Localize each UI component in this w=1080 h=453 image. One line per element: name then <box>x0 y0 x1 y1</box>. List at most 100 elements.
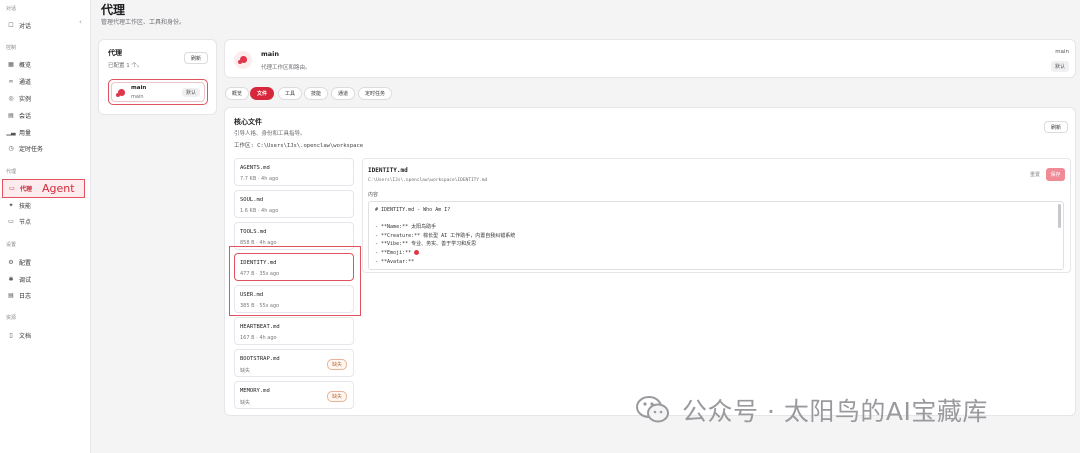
content-editor[interactable]: # IDENTITY.md - Who Am I? - **Name:** 太阳… <box>368 201 1064 270</box>
file-meta: 7.7 KB · 4h ago <box>240 176 279 182</box>
file-item-soul[interactable]: SOUL.md 1.6 KB · 4h ago <box>234 190 354 218</box>
book-icon: ▯ <box>9 331 13 339</box>
file-name: MEMORY.md <box>240 388 270 394</box>
sidebar-section-title: 对话 <box>6 6 17 12</box>
sidebar-item-logs[interactable]: ▤ 日志 <box>2 287 85 303</box>
sidebar-item-label: 配置 <box>19 259 32 267</box>
sidebar-item-docs[interactable]: ▯ 文档 <box>2 327 85 343</box>
page-subtitle: 管理代理工作区、工具和身份。 <box>101 19 186 26</box>
document-icon: ▤ <box>8 111 14 119</box>
sidebar-item-debug[interactable]: ✱ 调试 <box>2 271 85 287</box>
gear-icon: ⚙ <box>8 258 14 266</box>
link-icon: ∞ <box>8 77 14 85</box>
file-name: HEARTBEAT.md <box>240 324 280 330</box>
sidebar-item-chat[interactable]: ☐ 对话 <box>2 17 85 33</box>
code-line: - **Name:** 太阳鸟助手 <box>375 224 437 231</box>
sidebar-item-usage[interactable]: ▁▃ 用量 <box>2 124 85 140</box>
sidebar-section-title: 资源 <box>6 315 17 321</box>
sparkle-icon: ✦ <box>8 201 14 209</box>
agents-panel-subtitle: 已配置 1 个。 <box>108 63 143 69</box>
save-button[interactable]: 保存 <box>1046 168 1065 181</box>
sidebar-item-label: 节点 <box>19 218 32 226</box>
tab-channels[interactable]: 通道 <box>331 87 356 100</box>
sidebar-item-label: 通道 <box>19 78 32 86</box>
file-text-icon: ▤ <box>8 291 14 299</box>
editor-file-path: C:\Users\IJs\.openclaw\workspace\IDENTIT… <box>368 178 488 183</box>
sidebar-item-sessions[interactable]: ▤ 会话 <box>2 107 85 123</box>
file-meta: 缺失 <box>240 368 251 374</box>
annotation-label: Agent <box>42 182 75 195</box>
sidebar-item-label: 定时任务 <box>19 145 44 153</box>
file-name: BOOTSTRAP.md <box>240 356 280 362</box>
sidebar-item-label: 文档 <box>19 332 32 340</box>
core-files-title: 核心文件 <box>234 118 262 126</box>
file-item-memory[interactable]: MEMORY.md 缺失 缺失 <box>234 381 354 409</box>
agent-name: main <box>131 85 147 91</box>
sidebar-item-label: 调试 <box>19 276 32 284</box>
tab-cron[interactable]: 定时任务 <box>358 87 393 100</box>
agent-avatar <box>234 51 252 69</box>
clock-icon: ◷ <box>8 144 14 152</box>
file-name: AGENTS.md <box>240 165 270 171</box>
editor-scrollbar[interactable] <box>1058 204 1061 228</box>
file-name: SOUL.md <box>240 197 264 203</box>
agent-header-name: main <box>261 50 280 58</box>
sidebar-item-channels[interactable]: ∞ 通道 <box>2 73 85 89</box>
agent-id: main <box>131 94 144 100</box>
file-meta: 167 B · 4h ago <box>240 335 277 341</box>
sidebar-item-agents[interactable]: ▭ 代理 Agent <box>2 179 85 198</box>
sidebar-section-title: 代理 <box>6 169 17 175</box>
default-badge: 默认 <box>1050 61 1069 72</box>
tab-tools[interactable]: 工具 <box>278 87 303 100</box>
sidebar-item-nodes[interactable]: ▭ 节点 <box>2 213 85 229</box>
refresh-files-button[interactable]: 刷新 <box>1043 121 1068 133</box>
grid-icon: ▦ <box>8 60 14 68</box>
sidebar-item-instances[interactable]: ◎ 实例 <box>2 90 85 106</box>
sidebar-item-label: 代理 <box>20 186 33 193</box>
reset-button[interactable]: 重置 <box>1027 169 1043 180</box>
code-line: - **Creature:** 棕长型 AI 工作助手，内置自我纠错系统 <box>375 232 516 239</box>
watermark: 公众号 · 太阳鸟的AI宝藏库 <box>636 392 988 428</box>
sidebar-item-label: 对话 <box>19 22 32 30</box>
sidebar-item-label: 概览 <box>19 61 32 69</box>
sidebar-item-cron[interactable]: ◷ 定时任务 <box>2 140 85 156</box>
folder-icon: ▭ <box>9 185 15 192</box>
sidebar-item-skills[interactable]: ✦ 技能 <box>2 197 85 213</box>
chat-icon: ☐ <box>8 21 14 29</box>
sidebar-item-label: 技能 <box>19 202 32 210</box>
watermark-text: 公众号 · 太阳鸟的AI宝藏库 <box>682 397 988 426</box>
sidebar-item-overview[interactable]: ▦ 概览 <box>2 56 85 72</box>
bug-icon: ✱ <box>8 275 14 283</box>
agents-panel-title: 代理 <box>108 49 122 57</box>
file-meta: 1.6 KB · 4h ago <box>240 208 279 214</box>
tab-overview[interactable]: 概览 <box>225 87 250 100</box>
file-name: TOOLS.md <box>240 229 267 235</box>
code-line: - **Avatar:** <box>375 258 415 265</box>
core-files-subtitle: 引导人格、身份和工具指导。 <box>234 131 306 137</box>
agent-header-card: main 代理工作区和路由。 main 默认 <box>224 39 1076 78</box>
workspace-path: 工作区: C:\Users\IJs\.openclaw\workspace <box>234 143 364 149</box>
sidebar-item-label: 日志 <box>19 292 32 300</box>
editor-file-name: IDENTITY.md <box>368 167 408 174</box>
missing-badge: 缺失 <box>326 359 347 370</box>
sidebar-item-label: 实例 <box>19 95 32 103</box>
file-item-heartbeat[interactable]: HEARTBEAT.md 167 B · 4h ago <box>234 317 354 345</box>
file-item-bootstrap[interactable]: BOOTSTRAP.md 缺失 缺失 <box>234 349 354 377</box>
sidebar: ‹ 对话 ☐ 对话 控制 ▦ 概览 ∞ 通道 ◎ 实例 ▤ 会话 ▁▃ 用量 ◷ 定时任务 代… <box>0 0 91 453</box>
sidebar-section-title: 控制 <box>6 45 17 51</box>
tab-files[interactable]: 文件 <box>250 87 275 100</box>
agent-list-item[interactable]: main main 默认 <box>108 79 208 105</box>
agent-avatar-icon <box>116 89 125 97</box>
sidebar-section-title: 设置 <box>6 242 17 248</box>
tab-skills[interactable]: 技能 <box>304 87 329 100</box>
agent-avatar-icon <box>238 56 247 64</box>
code-line: - **Vibe:** 专业、务实、善于学习和反思 <box>375 241 477 248</box>
code-line: - **Emoji:** <box>375 249 1057 258</box>
file-item-agents[interactable]: AGENTS.md 7.7 KB · 4h ago <box>234 158 354 186</box>
content-label: 内容 <box>368 192 379 198</box>
agent-header-description: 代理工作区和路由。 <box>261 65 311 71</box>
refresh-agents-button[interactable]: 刷新 <box>183 52 208 64</box>
page-title: 代理 <box>101 3 126 17</box>
sidebar-item-config[interactable]: ⚙ 配置 <box>2 254 85 270</box>
